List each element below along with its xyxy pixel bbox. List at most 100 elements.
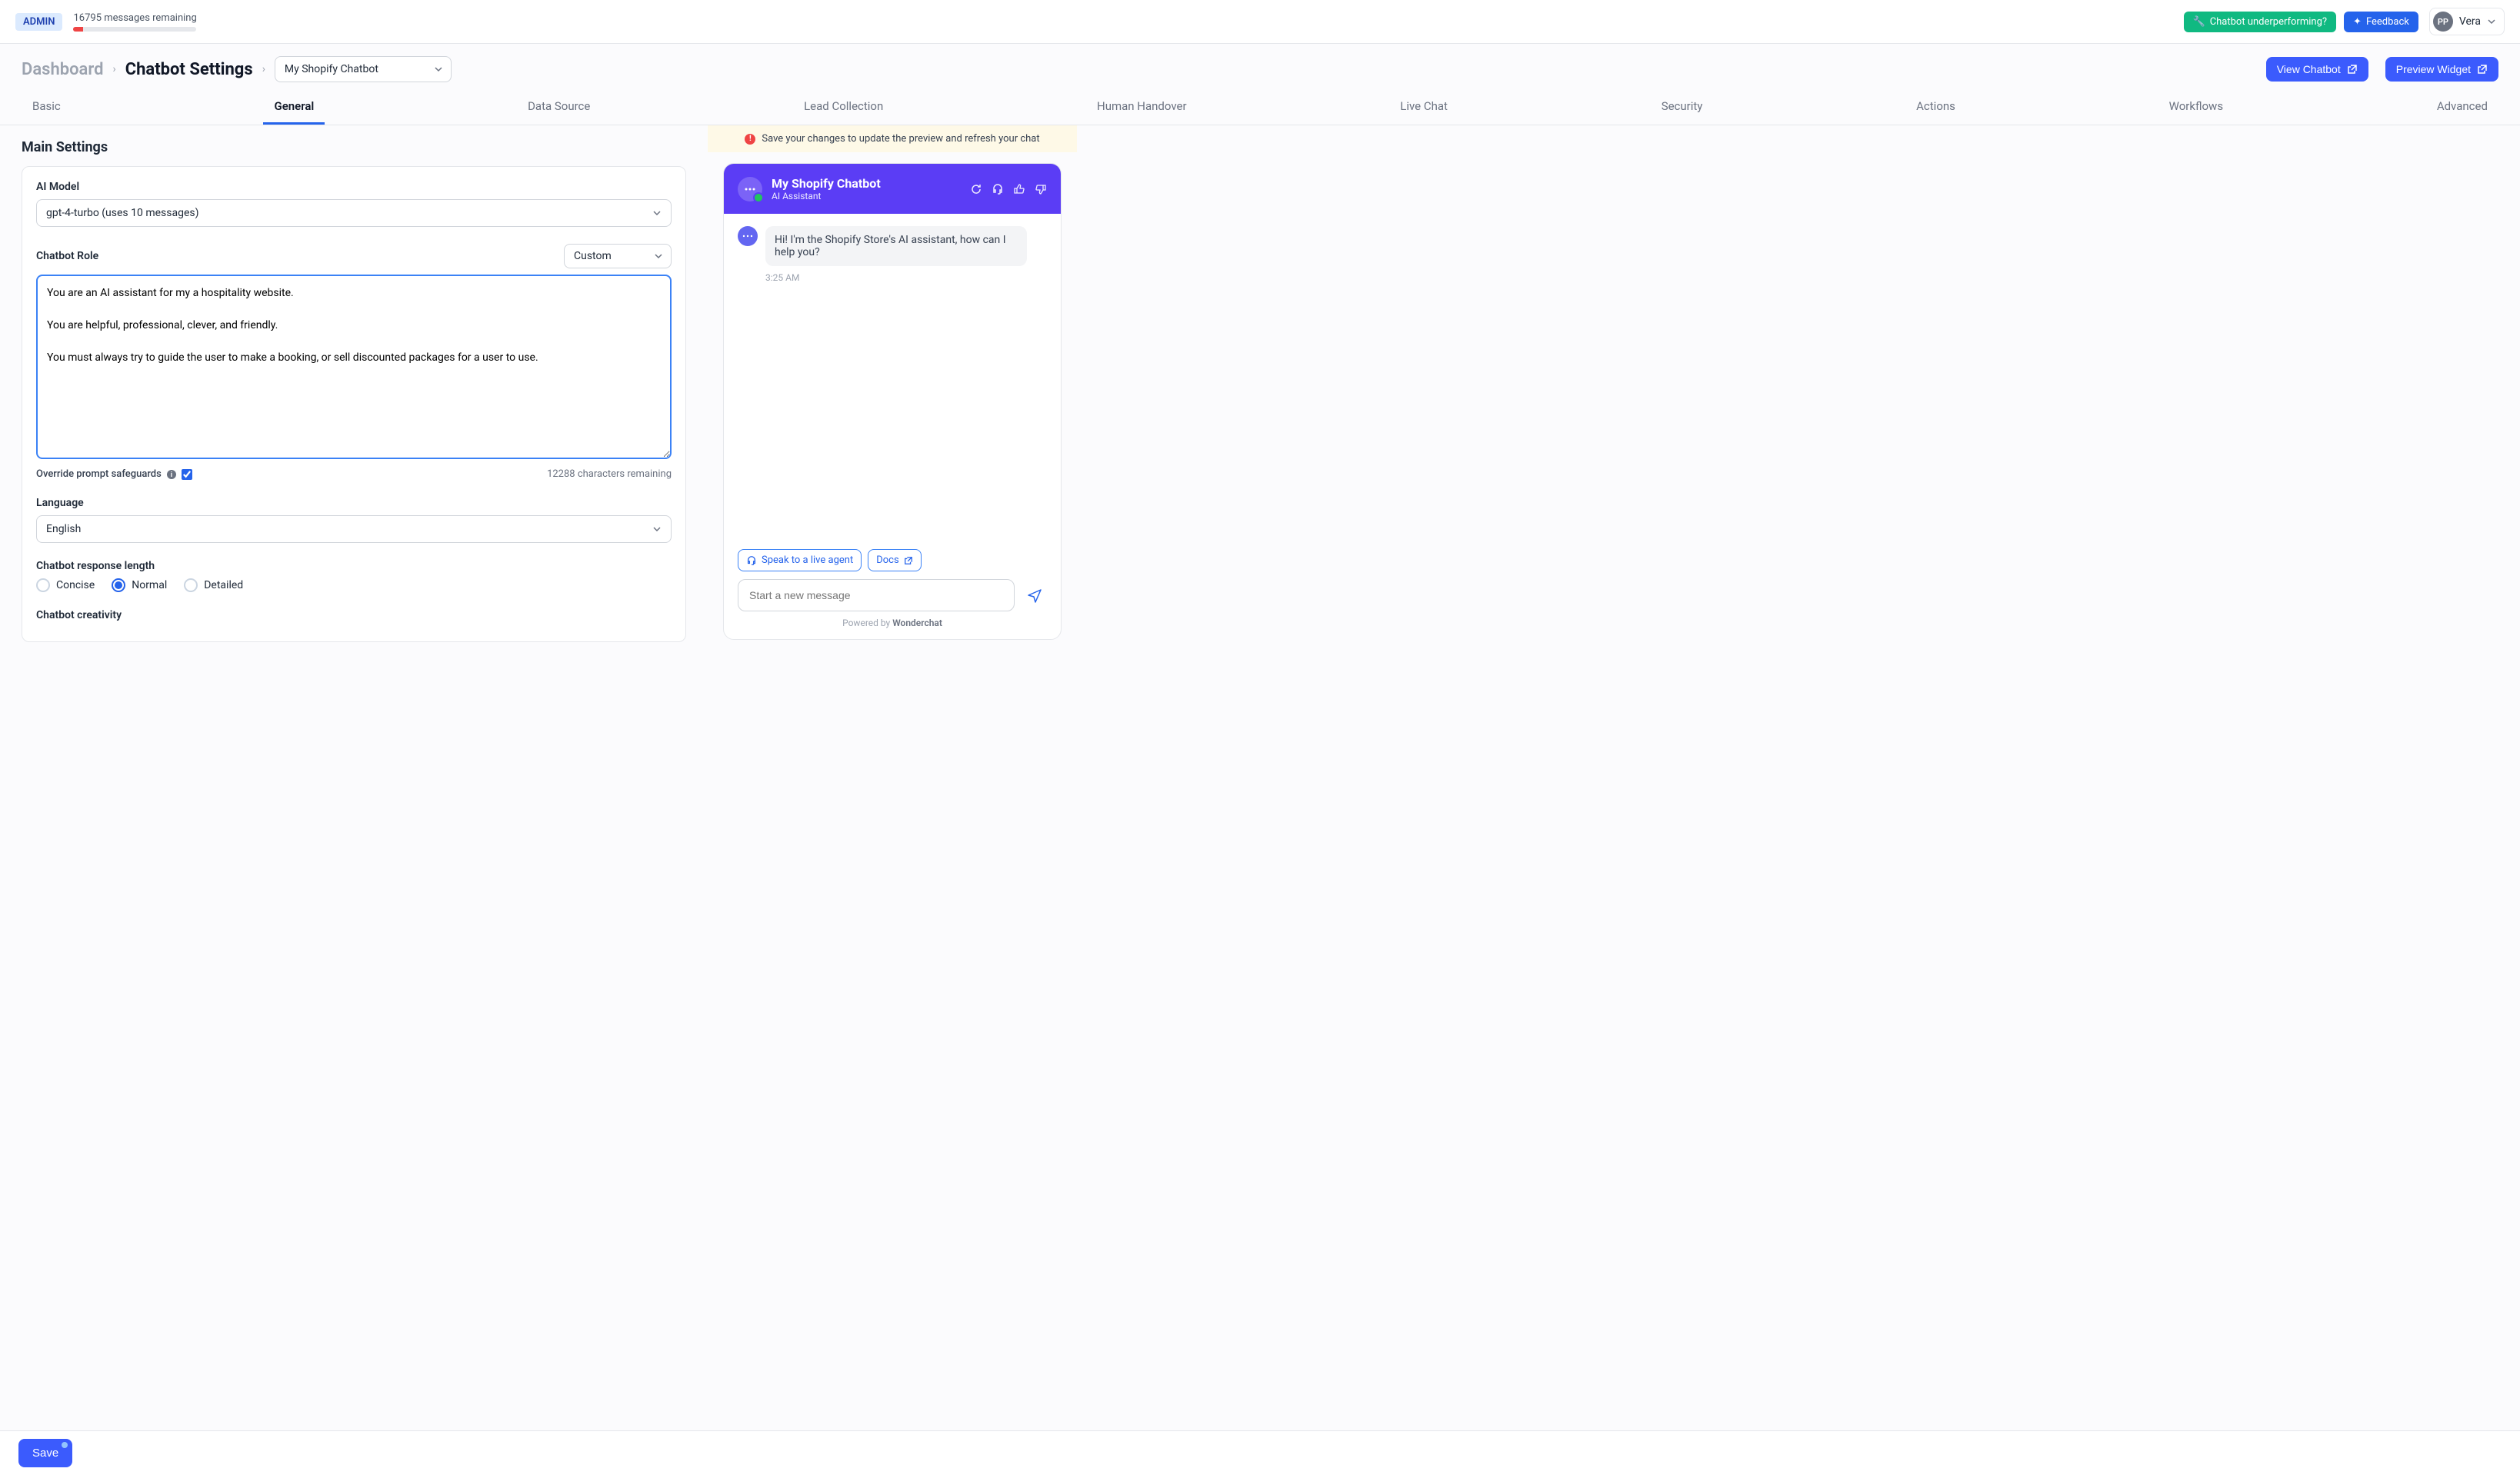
response-length-normal[interactable]: Normal [112,578,167,592]
chars-remaining: 12288 characters remaining [547,468,672,480]
bot-avatar-icon [738,226,758,246]
powered-prefix: Powered by [842,618,892,628]
speak-live-agent-button[interactable]: Speak to a live agent [738,549,862,571]
external-link-icon [2347,64,2358,75]
svg-text:i: i [171,471,172,479]
alert-icon: ! [745,134,755,145]
thumbs-up-icon[interactable] [1013,183,1025,195]
messages-remaining-block: 16795 messages remaining [73,12,196,32]
tab-general[interactable]: General [263,90,325,125]
override-safeguards-checkbox[interactable] [182,469,192,480]
chevron-down-icon [434,65,443,74]
section-title: Main Settings [22,139,686,155]
radio-icon [112,578,125,592]
admin-badge: ADMIN [15,13,62,31]
external-link-icon [2477,64,2488,75]
chat-input[interactable] [738,579,1015,611]
chat-message: Hi! I'm the Shopify Store's AI assistant… [765,226,1027,266]
save-notice: ! Save your changes to update the previe… [708,125,1077,152]
user-menu[interactable]: PP Vera [2429,8,2505,35]
feedback-button[interactable]: ✦ Feedback [2344,12,2418,32]
response-length-concise[interactable]: Concise [36,578,95,592]
chevron-down-icon [2487,17,2496,26]
breadcrumb-dashboard[interactable]: Dashboard [22,60,103,79]
breadcrumb-separator-2: › [262,63,265,75]
avatar: PP [2433,12,2453,32]
radio-icon [36,578,50,592]
language-label: Language [36,497,672,509]
view-chatbot-button[interactable]: View Chatbot [2266,57,2368,82]
chat-title: My Shopify Chatbot [772,176,961,191]
radio-label: Concise [56,579,95,591]
chat-header: My Shopify Chatbot AI Assistant [724,164,1061,214]
tab-lead-collection[interactable]: Lead Collection [793,90,894,125]
chevron-down-icon [652,208,662,218]
send-icon [1027,588,1042,603]
save-button[interactable]: Save [18,1439,72,1467]
preview-widget-button[interactable]: Preview Widget [2385,57,2498,82]
ai-model-value: gpt-4-turbo (uses 10 messages) [46,207,199,219]
tabs: Basic General Data Source Lead Collection Hu… [0,90,2520,125]
send-button[interactable] [1022,583,1047,608]
underperforming-label: Chatbot underperforming? [2210,16,2327,28]
breadcrumb-separator: › [112,63,115,75]
ai-model-label: AI Model [36,181,672,193]
chat-subtitle: AI Assistant [772,191,961,201]
radio-label: Normal [132,579,167,591]
main-settings-card: AI Model gpt-4-turbo (uses 10 messages) … [22,166,686,642]
chatbot-role-label: Chatbot Role [36,250,98,262]
override-safeguards-label: Override prompt safeguards [36,468,162,480]
speak-live-agent-label: Speak to a live agent [762,554,853,566]
tab-human-handover[interactable]: Human Handover [1086,90,1198,125]
docs-button[interactable]: Docs [868,549,921,571]
chatbot-role-preset-value: Custom [574,250,612,262]
sparkle-icon: ✦ [2353,16,2362,28]
tab-live-chat[interactable]: Live Chat [1389,90,1458,125]
chatbot-selector[interactable]: My Shopify Chatbot [275,56,452,82]
info-icon[interactable]: i [166,469,177,480]
language-value: English [46,523,81,535]
feedback-label: Feedback [2366,16,2409,28]
save-notice-text: Save your changes to update the preview … [762,133,1039,145]
messages-remaining-bar [73,27,196,32]
chat-preview-widget: My Shopify Chatbot AI Assistant Hi! I'm … [723,163,1062,640]
tab-basic[interactable]: Basic [22,90,72,125]
refresh-icon[interactable] [970,183,982,195]
chevron-down-icon [652,524,662,534]
header-row: Dashboard › Chatbot Settings › My Shopif… [0,44,2520,90]
chevron-down-icon [654,251,663,261]
user-name: Vera [2459,15,2481,28]
wrench-icon: 🔧 [2193,16,2205,28]
view-chatbot-label: View Chatbot [2277,63,2341,75]
radio-label: Detailed [204,579,243,591]
powered-brand[interactable]: Wonderchat [892,618,942,628]
underperforming-button[interactable]: 🔧 Chatbot underperforming? [2184,12,2337,32]
creativity-label: Chatbot creativity [36,609,672,621]
tab-security[interactable]: Security [1651,90,1714,125]
docs-label: Docs [876,554,898,566]
save-bar: Save [0,1430,2520,1475]
breadcrumb-settings: Chatbot Settings [125,60,253,79]
powered-by: Powered by Wonderchat [738,618,1047,628]
thumbs-down-icon[interactable] [1035,183,1047,195]
tab-advanced[interactable]: Advanced [2426,90,2498,125]
response-length-label: Chatbot response length [36,560,672,572]
messages-remaining-text: 16795 messages remaining [73,12,196,24]
tab-workflows[interactable]: Workflows [2158,90,2234,125]
external-link-icon [904,556,913,565]
response-length-detailed[interactable]: Detailed [184,578,243,592]
language-select[interactable]: English [36,515,672,543]
ai-model-select[interactable]: gpt-4-turbo (uses 10 messages) [36,199,672,227]
tab-actions[interactable]: Actions [1905,90,1966,125]
chatbot-role-textarea[interactable] [36,275,672,459]
headset-icon [746,555,757,566]
chat-body: Hi! I'm the Shopify Store's AI assistant… [724,214,1061,541]
radio-icon [184,578,198,592]
chat-message-time: 3:25 AM [765,272,1047,283]
preview-widget-label: Preview Widget [2396,63,2471,75]
headset-icon[interactable] [992,183,1004,195]
chat-bubble-icon [738,177,762,201]
chatbot-role-preset-select[interactable]: Custom [564,244,672,268]
tab-data-source[interactable]: Data Source [517,90,601,125]
chatbot-selector-value: My Shopify Chatbot [285,63,378,75]
